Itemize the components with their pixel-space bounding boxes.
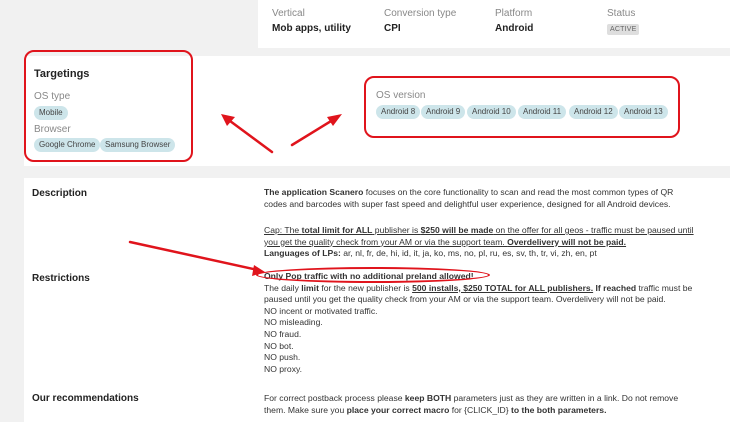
annotation-arrows: [128, 114, 342, 276]
arrow-to-os-version: [290, 116, 338, 147]
arrow-to-restriction: [128, 240, 260, 272]
arrowhead-restriction: [252, 265, 265, 276]
arrow-to-os-browser: [224, 116, 274, 154]
arrowhead-os-version: [327, 114, 342, 126]
